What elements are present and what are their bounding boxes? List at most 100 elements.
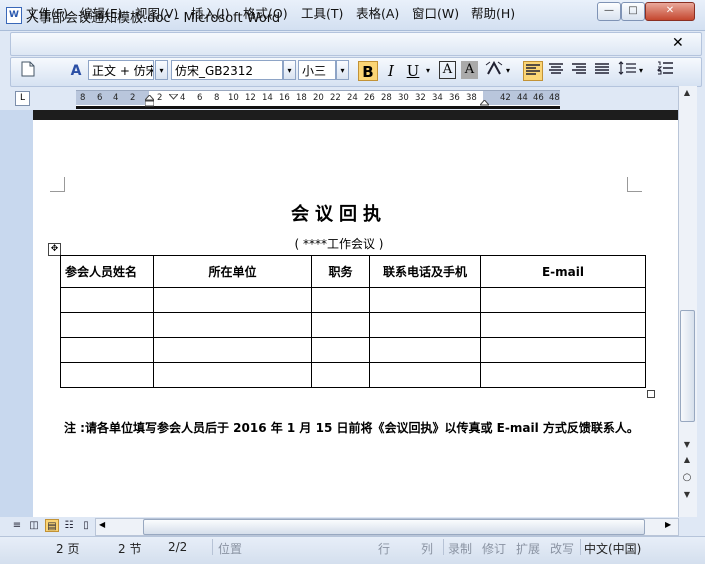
ruler-tick: 34: [432, 93, 443, 103]
table-cell[interactable]: [369, 312, 481, 338]
scroll-left-icon[interactable]: ◀: [99, 520, 105, 529]
status-line[interactable]: 行: [378, 540, 390, 557]
status-extend[interactable]: 扩展: [516, 540, 540, 557]
table-cell[interactable]: [369, 287, 481, 313]
table-cell[interactable]: [60, 287, 154, 313]
font-combo[interactable]: 仿宋_GB2312: [171, 60, 283, 80]
table-cell[interactable]: [311, 312, 370, 338]
print-layout-view-icon[interactable]: ▤: [45, 519, 59, 532]
line-spacing-dropdown-icon[interactable]: ▾: [639, 66, 643, 75]
right-indent-marker[interactable]: [478, 95, 491, 109]
previous-page-icon[interactable]: ▲: [680, 455, 694, 467]
table-row[interactable]: [60, 312, 646, 338]
styles-pane-icon[interactable]: A: [66, 61, 86, 81]
reading-view-icon[interactable]: ▯: [79, 519, 93, 532]
menu-file[interactable]: 文件(F): [26, 3, 68, 22]
status-position[interactable]: 位置: [218, 540, 242, 557]
outline-view-icon[interactable]: ☷: [62, 519, 76, 532]
status-divider: [212, 539, 213, 555]
status-page[interactable]: 2 页: [56, 540, 79, 557]
ruler-tick: 4: [113, 93, 119, 103]
underline-button[interactable]: U: [403, 61, 423, 81]
menu-edit[interactable]: 编辑(E): [80, 3, 123, 22]
word-app-icon[interactable]: W: [6, 7, 22, 24]
table-cell[interactable]: [369, 337, 481, 363]
menu-insert[interactable]: 插入(I): [191, 3, 229, 22]
line-spacing-icon[interactable]: [617, 61, 637, 81]
attendance-table[interactable]: 参会人员姓名 所在单位 职务 联系电话及手机 E-mail: [60, 255, 646, 388]
table-cell[interactable]: [311, 362, 370, 388]
status-column[interactable]: 列: [421, 540, 433, 557]
font-dropdown-icon[interactable]: ▾: [283, 60, 296, 80]
web-view-icon[interactable]: ◫: [27, 519, 41, 532]
menu-window[interactable]: 窗口(W): [412, 3, 459, 22]
table-cell[interactable]: [480, 337, 646, 363]
browse-object-icon[interactable]: ○: [680, 472, 694, 484]
table-cell[interactable]: [369, 362, 481, 388]
left-indent-marker[interactable]: [143, 94, 156, 110]
tab-selector-button[interactable]: L: [15, 91, 30, 106]
bold-button[interactable]: B: [358, 61, 378, 81]
table-cell[interactable]: [60, 362, 154, 388]
table-row[interactable]: [60, 287, 646, 313]
menu-format[interactable]: 格式(O): [243, 3, 288, 22]
character-shading-button[interactable]: A: [461, 61, 478, 79]
ruler-tick: 26: [364, 93, 375, 103]
ruler-tick: 2: [130, 93, 136, 103]
scroll-up-icon[interactable]: ▲: [680, 88, 694, 100]
style-combo[interactable]: 正文 + 仿宋: [88, 60, 154, 80]
status-record[interactable]: 录制: [448, 540, 472, 557]
table-cell[interactable]: [153, 287, 312, 313]
minimize-button[interactable]: —: [597, 2, 621, 21]
table-cell[interactable]: [480, 312, 646, 338]
menu-tools[interactable]: 工具(T): [301, 3, 343, 22]
table-cell[interactable]: [60, 337, 154, 363]
status-page-of[interactable]: 2/2: [168, 540, 187, 554]
maximize-button[interactable]: □: [621, 2, 645, 21]
highlight-icon[interactable]: [484, 60, 504, 81]
character-border-button[interactable]: A: [439, 61, 456, 79]
first-line-indent-marker[interactable]: [167, 89, 180, 103]
close-window-button[interactable]: ✕: [645, 2, 695, 21]
style-dropdown-icon[interactable]: ▾: [155, 60, 168, 80]
table-cell[interactable]: [311, 287, 370, 313]
table-cell[interactable]: [480, 287, 646, 313]
close-document-icon[interactable]: ✕: [672, 35, 684, 51]
italic-button[interactable]: I: [381, 61, 401, 81]
new-document-icon[interactable]: [18, 61, 38, 81]
scroll-down-icon[interactable]: ▼: [680, 440, 694, 452]
status-overwrite[interactable]: 改写: [550, 540, 574, 557]
ruler-tick: 42: [500, 93, 511, 103]
horizontal-scroll-thumb[interactable]: [143, 519, 645, 535]
font-size-combo[interactable]: 小三: [298, 60, 336, 80]
header-position: 职务: [311, 255, 370, 288]
status-section[interactable]: 2 节: [118, 540, 141, 557]
vertical-scrollbar[interactable]: [678, 86, 697, 517]
underline-dropdown-icon[interactable]: ▾: [426, 66, 430, 75]
table-row[interactable]: [60, 362, 646, 388]
menu-view[interactable]: 视图(V): [135, 3, 178, 22]
status-language[interactable]: 中文(中国): [584, 540, 641, 557]
normal-view-icon[interactable]: ≡: [10, 519, 24, 532]
align-left-icon[interactable]: [523, 61, 543, 81]
vertical-scroll-thumb[interactable]: [680, 310, 695, 422]
next-page-icon[interactable]: ▼: [680, 490, 694, 502]
table-cell[interactable]: [153, 312, 312, 338]
status-revise[interactable]: 修订: [482, 540, 506, 557]
table-cell[interactable]: [311, 337, 370, 363]
align-right-icon[interactable]: [569, 61, 589, 81]
menu-help[interactable]: 帮助(H): [471, 3, 515, 22]
table-cell[interactable]: [153, 362, 312, 388]
scroll-right-icon[interactable]: ▶: [665, 520, 671, 529]
table-cell[interactable]: [480, 362, 646, 388]
table-row[interactable]: [60, 337, 646, 363]
menu-table[interactable]: 表格(A): [356, 3, 399, 22]
align-center-icon[interactable]: [546, 61, 566, 81]
highlight-dropdown-icon[interactable]: ▾: [506, 66, 510, 75]
table-resize-handle[interactable]: [647, 390, 655, 398]
justify-icon[interactable]: [592, 61, 612, 81]
table-cell[interactable]: [60, 312, 154, 338]
table-cell[interactable]: [153, 337, 312, 363]
numbering-icon[interactable]: [655, 61, 675, 81]
font-size-dropdown-icon[interactable]: ▾: [336, 60, 349, 80]
